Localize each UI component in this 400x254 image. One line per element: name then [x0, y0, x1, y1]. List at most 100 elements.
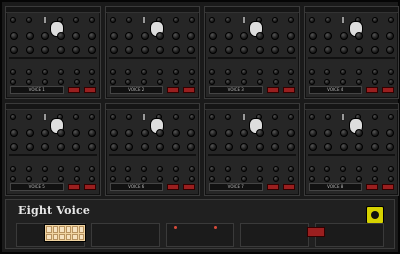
knob[interactable]	[209, 166, 215, 172]
knob[interactable]	[109, 46, 118, 54]
knob[interactable]	[308, 114, 315, 120]
knob[interactable]	[272, 166, 279, 172]
knob[interactable]	[188, 114, 195, 120]
knob[interactable]	[272, 69, 279, 75]
knob[interactable]	[26, 17, 33, 23]
knob[interactable]	[286, 143, 295, 151]
knob[interactable]	[224, 69, 231, 75]
knob[interactable]	[141, 79, 148, 85]
knob[interactable]	[125, 129, 133, 137]
knob[interactable]	[171, 46, 180, 54]
knob[interactable]	[109, 79, 116, 85]
knob[interactable]	[340, 176, 347, 182]
knob[interactable]	[255, 32, 264, 40]
knob[interactable]	[125, 166, 132, 172]
knob[interactable]	[10, 166, 16, 172]
knob[interactable]	[256, 69, 263, 75]
knob[interactable]	[109, 166, 116, 172]
knob[interactable]	[240, 166, 247, 172]
knob[interactable]	[324, 166, 331, 172]
knob[interactable]	[25, 79, 32, 85]
knob[interactable]	[324, 32, 332, 40]
knob[interactable]	[370, 46, 379, 54]
knob[interactable]	[340, 166, 347, 172]
keypad-button[interactable]	[65, 226, 71, 233]
knob[interactable]	[324, 129, 332, 137]
knob[interactable]	[10, 69, 16, 75]
knob[interactable]	[209, 79, 215, 85]
knob[interactable]	[308, 143, 317, 151]
knob[interactable]	[271, 32, 279, 40]
knob[interactable]	[25, 46, 34, 54]
knob[interactable]	[25, 166, 32, 172]
knob[interactable]	[209, 114, 215, 120]
knob[interactable]	[72, 32, 80, 40]
knob[interactable]	[288, 79, 295, 85]
knob[interactable]	[324, 69, 331, 75]
knob[interactable]	[240, 46, 248, 54]
knob[interactable]	[356, 79, 363, 85]
knob[interactable]	[308, 46, 317, 54]
knob[interactable]	[209, 17, 215, 23]
switch[interactable]	[142, 113, 147, 121]
knob[interactable]	[370, 129, 379, 137]
knob[interactable]	[41, 143, 49, 151]
knob[interactable]	[324, 79, 331, 85]
switch[interactable]	[341, 113, 346, 121]
keypad-button[interactable]	[78, 226, 84, 233]
knob[interactable]	[125, 114, 132, 120]
knob[interactable]	[140, 32, 149, 40]
knob[interactable]	[339, 143, 348, 151]
knob[interactable]	[387, 114, 394, 120]
knob[interactable]	[286, 46, 295, 54]
knob[interactable]	[288, 69, 295, 75]
knob[interactable]	[308, 17, 315, 23]
knob[interactable]	[308, 166, 315, 172]
knob[interactable]	[272, 17, 279, 23]
knob[interactable]	[141, 69, 148, 75]
keypad-button[interactable]	[78, 233, 84, 240]
knob[interactable]	[25, 143, 34, 151]
knob[interactable]	[72, 143, 80, 151]
knob[interactable]	[87, 129, 96, 137]
knob[interactable]	[109, 143, 118, 151]
knob[interactable]	[125, 17, 132, 23]
knob[interactable]	[224, 143, 233, 151]
switch[interactable]	[42, 16, 47, 24]
knob[interactable]	[386, 143, 394, 151]
knob[interactable]	[25, 129, 34, 137]
knob[interactable]	[171, 143, 180, 151]
knob[interactable]	[125, 143, 133, 151]
knob[interactable]	[224, 32, 233, 40]
knob[interactable]	[187, 143, 195, 151]
knob[interactable]	[340, 79, 347, 85]
knob[interactable]	[308, 129, 317, 137]
knob[interactable]	[171, 32, 180, 40]
switch[interactable]	[241, 113, 246, 121]
knob[interactable]	[41, 176, 48, 182]
knob[interactable]	[255, 143, 264, 151]
knob[interactable]	[224, 79, 231, 85]
knob[interactable]	[157, 176, 164, 182]
knob[interactable]	[224, 166, 231, 172]
knob[interactable]	[10, 32, 18, 40]
knob[interactable]	[56, 32, 65, 40]
knob[interactable]	[73, 69, 80, 75]
knob[interactable]	[73, 79, 80, 85]
knob[interactable]	[386, 129, 394, 137]
knob[interactable]	[225, 17, 232, 23]
knob[interactable]	[109, 114, 116, 120]
knob[interactable]	[10, 46, 18, 54]
knob[interactable]	[125, 46, 133, 54]
knob[interactable]	[10, 114, 16, 120]
knob[interactable]	[209, 69, 215, 75]
keypad-button[interactable]	[72, 226, 78, 233]
knob[interactable]	[324, 46, 332, 54]
knob[interactable]	[87, 46, 96, 54]
knob[interactable]	[188, 79, 195, 85]
knob[interactable]	[339, 32, 348, 40]
knob[interactable]	[72, 129, 80, 137]
knob[interactable]	[10, 129, 18, 137]
knob[interactable]	[56, 46, 65, 54]
knob[interactable]	[356, 176, 363, 182]
